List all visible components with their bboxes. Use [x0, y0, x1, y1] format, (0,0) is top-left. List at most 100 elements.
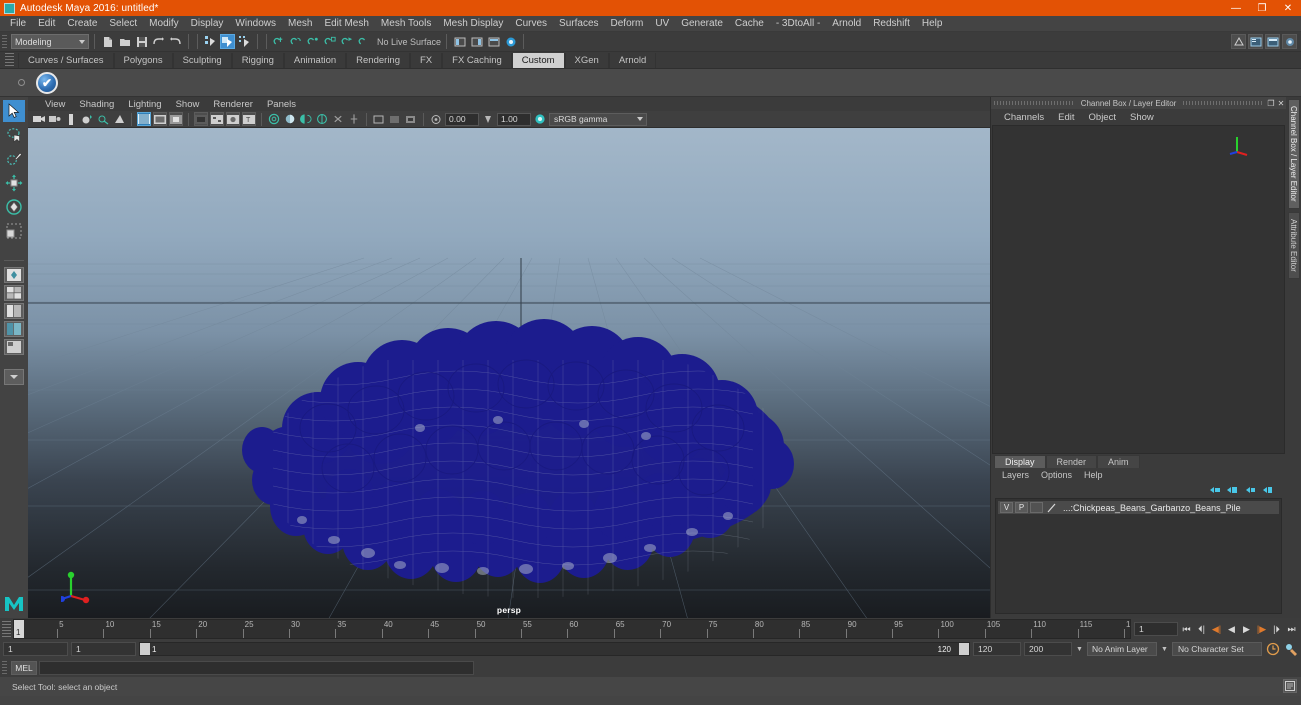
vertical-tab-channel-box[interactable]: Channel Box / Layer Editor [1287, 99, 1300, 209]
select-tool[interactable] [3, 100, 25, 122]
viewport-menu-show[interactable]: Show [169, 99, 207, 110]
layer-visibility-toggle[interactable]: V [1000, 502, 1013, 513]
color-mode-dropdown[interactable]: sRGB gamma [549, 112, 647, 126]
move-tool[interactable] [3, 172, 25, 194]
command-language-label[interactable]: MEL [11, 660, 37, 675]
menu-display[interactable]: Display [185, 17, 230, 30]
render-region-icon[interactable] [404, 112, 418, 126]
shelf-tab-curves-surfaces[interactable]: Curves / Surfaces [18, 53, 114, 68]
show-hide-attribute-editor-panel-icon[interactable] [1248, 34, 1263, 49]
gamma-icon[interactable] [481, 112, 495, 126]
animation-preferences-icon[interactable] [1283, 642, 1298, 657]
shelf-options-icon[interactable] [18, 79, 25, 86]
layer-color-swatch[interactable] [1045, 502, 1059, 513]
xray-icon[interactable] [226, 112, 240, 126]
gate-mask-icon[interactable] [347, 112, 361, 126]
shelf-tab-animation[interactable]: Animation [283, 53, 347, 68]
menu-windows[interactable]: Windows [229, 17, 282, 30]
bookmarks-icon[interactable] [48, 112, 62, 126]
isolate-select-icon[interactable] [283, 112, 297, 126]
snap-to-view-plane-icon[interactable] [340, 34, 355, 49]
shelf-tab-rigging[interactable]: Rigging [231, 53, 284, 68]
go-to-end-icon[interactable]: ⏭ [1285, 622, 1298, 636]
smooth-shade-all-icon[interactable] [153, 112, 167, 126]
tab-display[interactable]: Display [994, 455, 1046, 468]
snap-to-point-icon[interactable] [306, 34, 321, 49]
checkmark-shelf-button[interactable]: ✔ [36, 71, 58, 94]
exposure-field[interactable]: 0.00 [445, 112, 479, 126]
xray-joints-icon[interactable]: T [242, 112, 256, 126]
show-hide-attribute-editor-icon[interactable] [469, 34, 484, 49]
shelf-tab-xgen[interactable]: XGen [564, 53, 609, 68]
menu-edit-mesh[interactable]: Edit Mesh [318, 17, 374, 30]
layer-state-toggle[interactable] [1030, 502, 1043, 513]
menu-arnold[interactable]: Arnold [826, 17, 867, 30]
viewport-menu-panels[interactable]: Panels [260, 99, 303, 110]
undock-panel-icon[interactable]: ❐ [1266, 98, 1276, 108]
resolution-gate-icon[interactable] [331, 112, 345, 126]
menu-file[interactable]: File [4, 17, 32, 30]
snap-to-grid-icon[interactable] [272, 34, 287, 49]
channel-box-menu-edit[interactable]: Edit [1051, 112, 1081, 123]
menu-mesh-tools[interactable]: Mesh Tools [375, 17, 437, 30]
gamma-field[interactable]: 1.00 [497, 112, 531, 126]
menu-redshift[interactable]: Redshift [867, 17, 916, 30]
channel-box-menu-object[interactable]: Object [1082, 112, 1123, 123]
select-objects-in-layer-icon[interactable] [1244, 485, 1255, 496]
quick-layout-dropdown[interactable] [4, 369, 24, 385]
ambient-occlusion-icon[interactable] [112, 112, 126, 126]
layer-row[interactable]: V P ...:Chickpeas_Beans_Garbanzo_Beans_P… [998, 501, 1279, 514]
single-perspective-layout[interactable] [4, 267, 24, 283]
new-layer-icon[interactable] [1210, 485, 1221, 496]
viewport-menu-shading[interactable]: Shading [72, 99, 121, 110]
open-scene-icon[interactable] [117, 34, 132, 49]
paint-select-tool[interactable] [3, 148, 25, 170]
show-hide-tool-settings-panel-icon[interactable] [1265, 34, 1280, 49]
hypershade-layout[interactable] [4, 339, 24, 355]
menu-generate[interactable]: Generate [675, 17, 729, 30]
persp-graph-layout[interactable] [4, 321, 24, 337]
select-by-hierarchy-icon[interactable] [203, 34, 218, 49]
undo-icon[interactable] [151, 34, 166, 49]
layer-list[interactable]: V P ...:Chickpeas_Beans_Garbanzo_Beans_P… [995, 498, 1282, 614]
image-plane-icon[interactable] [64, 112, 78, 126]
viewport-menu-renderer[interactable]: Renderer [206, 99, 260, 110]
new-scene-icon[interactable] [100, 34, 115, 49]
menu-set-selector[interactable]: Modeling [11, 34, 89, 49]
show-hide-editor-icon[interactable] [452, 34, 467, 49]
auto-keyframe-icon[interactable] [1265, 642, 1280, 657]
range-start-field[interactable]: 1 [71, 642, 136, 656]
layer-menu-options[interactable]: Options [1035, 470, 1078, 480]
grid-icon[interactable] [299, 112, 313, 126]
shadows-icon[interactable] [96, 112, 110, 126]
make-live-icon[interactable] [357, 34, 372, 49]
menu-3dtoall[interactable]: - 3DtoAll - [770, 17, 826, 30]
save-scene-icon[interactable] [134, 34, 149, 49]
persp-outliner-layout[interactable] [4, 303, 24, 319]
close-panel-icon[interactable]: ✕ [1276, 98, 1286, 108]
menu-help[interactable]: Help [916, 17, 949, 30]
menu-cache[interactable]: Cache [729, 17, 770, 30]
exposure-icon[interactable] [429, 112, 443, 126]
current-time-indicator[interactable]: 1 [14, 620, 24, 638]
show-hide-channel-box-panel-icon[interactable] [1282, 34, 1297, 49]
toolbar-grip[interactable] [2, 34, 7, 49]
channel-box-menu-show[interactable]: Show [1123, 112, 1161, 123]
shelf-tab-rendering[interactable]: Rendering [346, 53, 410, 68]
use-default-material-icon[interactable] [210, 112, 224, 126]
command-line-grip[interactable] [2, 660, 7, 675]
color-management-icon[interactable] [533, 112, 547, 126]
shelf-tab-fx-caching[interactable]: FX Caching [442, 53, 512, 68]
flat-shade-icon[interactable] [169, 112, 183, 126]
range-start-handle[interactable] [140, 643, 150, 655]
play-backwards-icon[interactable]: ◀ [1225, 622, 1238, 636]
scale-tool[interactable] [3, 220, 25, 242]
show-hide-channel-box-icon[interactable] [503, 34, 518, 49]
menu-edit[interactable]: Edit [32, 17, 61, 30]
character-set-dropdown[interactable]: No Character Set [1172, 642, 1262, 656]
layer-name[interactable]: ...:Chickpeas_Beans_Garbanzo_Beans_Pile [1061, 503, 1241, 513]
vertical-tab-attribute-editor[interactable]: Attribute Editor [1287, 211, 1300, 279]
shelf-tab-polygons[interactable]: Polygons [113, 53, 173, 68]
layer-menu-layers[interactable]: Layers [996, 470, 1035, 480]
layer-menu-help[interactable]: Help [1078, 470, 1109, 480]
